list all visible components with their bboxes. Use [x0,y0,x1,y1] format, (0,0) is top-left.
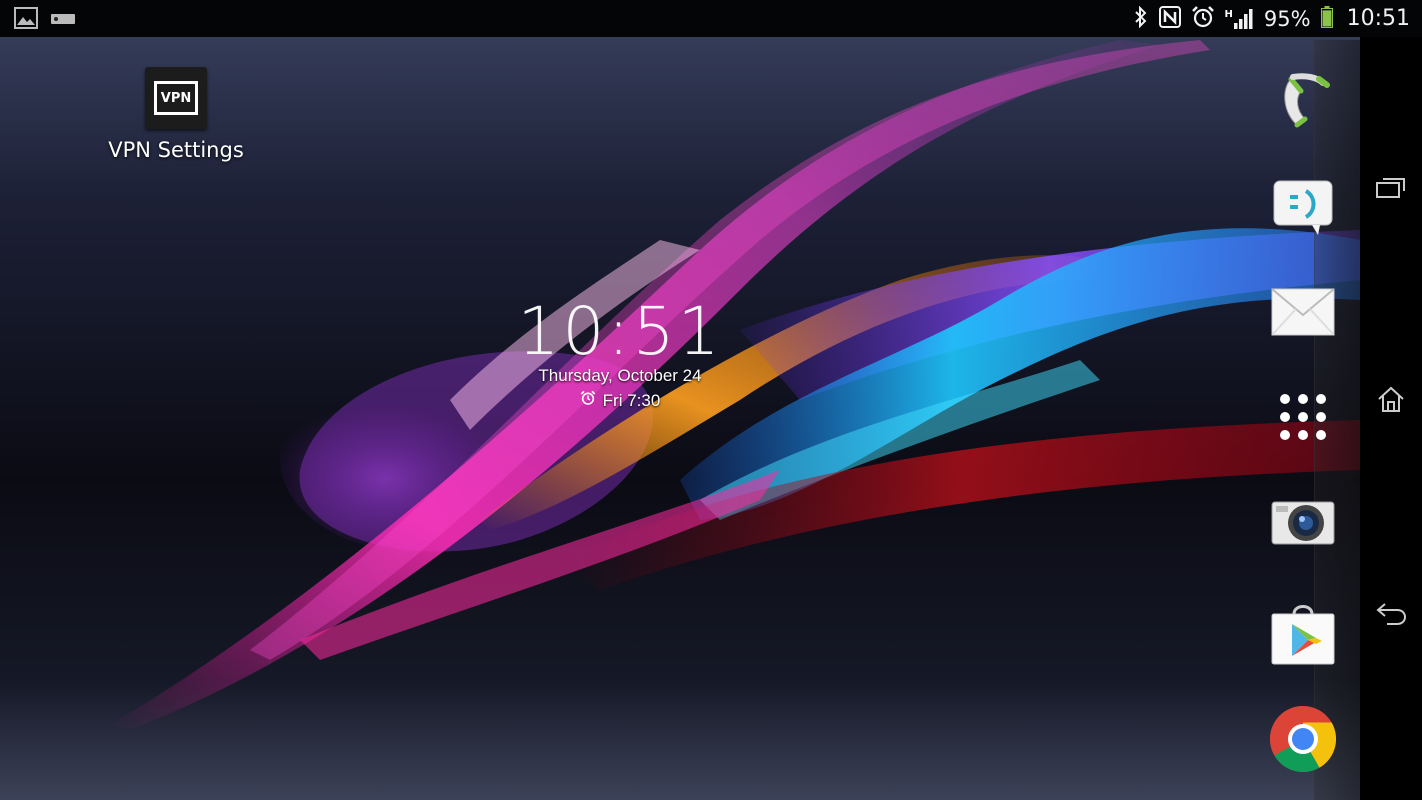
notification-icons [14,7,76,33]
signal-h-icon: H [1224,8,1254,29]
chrome-icon[interactable] [1262,698,1344,780]
widget-alarm-icon [580,390,596,411]
phone-icon[interactable] [1262,60,1344,142]
widget-alarm-text: Fri 7:30 [602,390,661,410]
network-type-label: H [1224,8,1233,20]
storage-notification-icon [50,11,76,30]
widget-time: 10:51 [517,293,723,370]
nfc-icon [1158,5,1181,32]
battery-icon [1320,5,1333,32]
status-bar[interactable]: H 95% 10:51 [0,0,1422,37]
vpn-icon-text: VPN [154,81,198,115]
shortcut-label: VPN Settings [108,138,244,162]
recent-apps-icon[interactable] [1374,171,1408,205]
image-notification-icon [14,7,38,33]
camera-icon[interactable] [1262,482,1344,564]
navigation-bar [1360,37,1422,800]
back-icon[interactable] [1374,597,1408,631]
system-status: H 95% 10:51 [1133,5,1410,32]
vpn-icon: VPN [145,67,207,129]
app-drawer-icon[interactable] [1262,376,1344,458]
status-clock: 10:51 [1346,6,1410,31]
clock-widget[interactable]: 10:51 Thursday, October 24 Fri 7:30 [500,296,740,411]
messaging-icon[interactable] [1262,166,1344,248]
vpn-settings-shortcut[interactable]: VPN VPN Settings [96,67,256,162]
home-icon[interactable] [1374,382,1408,416]
widget-alarm: Fri 7:30 [500,390,740,411]
alarm-icon [1191,5,1215,33]
play-store-icon[interactable] [1262,592,1344,674]
battery-percent: 95% [1263,6,1311,31]
email-icon[interactable] [1262,271,1344,353]
bluetooth-icon [1133,5,1149,32]
app-dock [1262,40,1360,800]
